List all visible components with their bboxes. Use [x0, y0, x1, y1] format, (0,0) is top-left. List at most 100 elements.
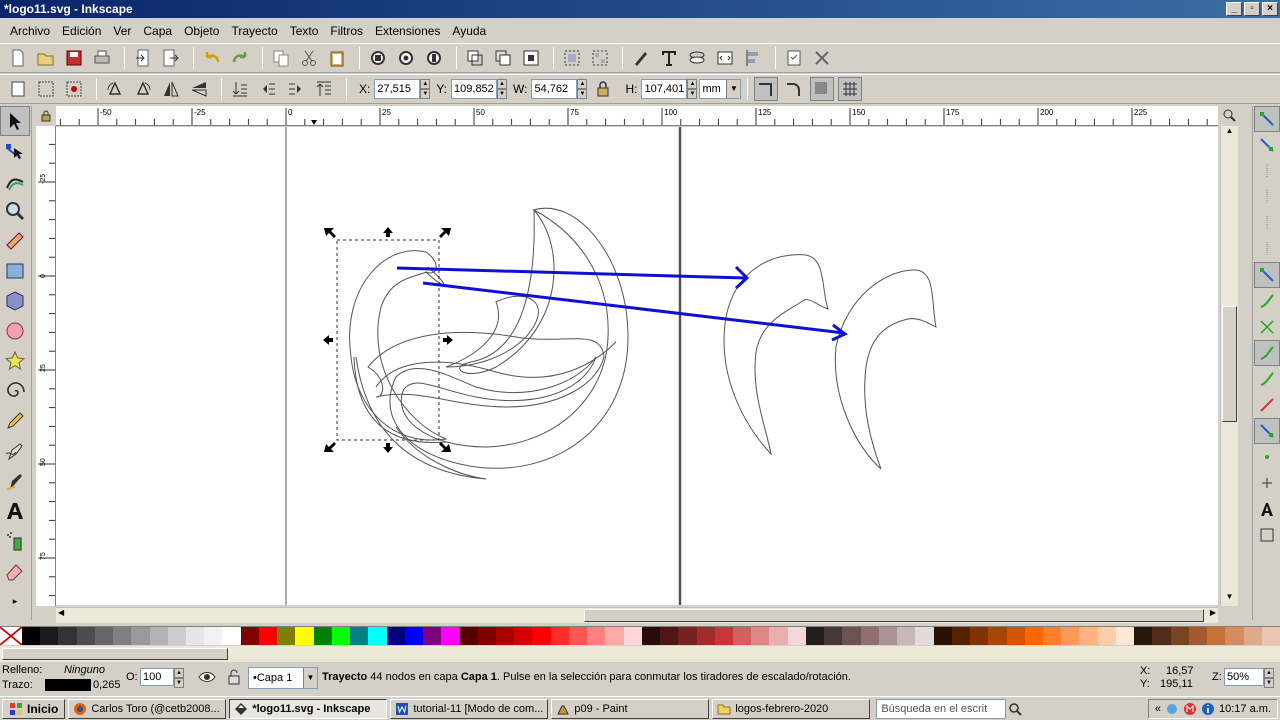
spiral-tool[interactable]: [0, 376, 30, 406]
menu-texto[interactable]: Texto: [284, 24, 325, 38]
taskbar-item-word[interactable]: tutorial-11 [Modo de com...: [390, 698, 549, 719]
horizontal-scroll-thumb[interactable]: [584, 609, 1204, 622]
deselect-button[interactable]: [62, 77, 86, 101]
color-swatch[interactable]: [1152, 627, 1171, 645]
redo-button[interactable]: [228, 46, 252, 70]
text-tool[interactable]: [0, 496, 30, 526]
palette-scrollbar[interactable]: [0, 646, 1280, 662]
vertical-scrollbar[interactable]: ▲ ▼: [1220, 126, 1238, 606]
no-paint-swatch[interactable]: [0, 626, 23, 646]
save-button[interactable]: [62, 46, 86, 70]
scroll-up-arrow[interactable]: ▲: [1221, 126, 1238, 140]
snap-nodes-button[interactable]: [1254, 262, 1280, 288]
color-swatch[interactable]: [1024, 627, 1043, 645]
zoom-selection-button[interactable]: [366, 46, 390, 70]
color-swatch[interactable]: [185, 627, 205, 645]
scale-handle-left[interactable]: [323, 335, 333, 345]
color-swatch[interactable]: [878, 627, 898, 645]
menu-ver[interactable]: Ver: [107, 24, 137, 38]
color-swatch[interactable]: [1043, 627, 1062, 645]
color-swatch[interactable]: [550, 627, 569, 645]
new-document-button[interactable]: [6, 46, 30, 70]
color-swatch[interactable]: [40, 627, 59, 645]
color-swatch[interactable]: [1243, 627, 1262, 645]
color-swatch[interactable]: [751, 627, 770, 645]
color-swatch[interactable]: [970, 627, 989, 645]
search-icon[interactable]: [1008, 702, 1023, 716]
xml-editor-button[interactable]: [713, 46, 737, 70]
rotate-cw-button[interactable]: [131, 77, 155, 101]
vertical-scroll-thumb[interactable]: [1222, 306, 1237, 422]
color-swatch[interactable]: [313, 627, 332, 645]
lock-guides-icon[interactable]: [40, 110, 52, 122]
snap-intersections-button[interactable]: [1254, 314, 1280, 340]
network-icon[interactable]: [1165, 702, 1179, 716]
logo-swoosh-shapes[interactable]: [349, 207, 629, 480]
color-swatch[interactable]: [1207, 627, 1226, 645]
color-swatch[interactable]: [94, 627, 114, 645]
clone-button[interactable]: [491, 46, 515, 70]
opacity-input[interactable]: [140, 668, 174, 686]
taskbar-item-folder[interactable]: logos-febrero-2020: [712, 698, 871, 719]
snap-paths-button[interactable]: [1254, 288, 1280, 314]
color-swatch[interactable]: [113, 627, 132, 645]
color-swatch[interactable]: [240, 627, 259, 645]
scroll-left-arrow[interactable]: ◀: [58, 608, 64, 617]
close-button[interactable]: ×: [1262, 2, 1278, 16]
color-swatch[interactable]: [167, 627, 186, 645]
raise-button[interactable]: [284, 77, 308, 101]
color-swatch[interactable]: [331, 627, 351, 645]
transform-gradients-button[interactable]: [810, 77, 835, 101]
taskbar-item-browser[interactable]: Carlos Toro (@cetb2008...: [68, 698, 227, 719]
taskbar-item-paint[interactable]: p09 - Paint: [551, 698, 710, 719]
color-swatch[interactable]: [1061, 627, 1080, 645]
stroke-width[interactable]: 0,265: [93, 679, 121, 691]
3d-box-tool[interactable]: [0, 286, 30, 316]
opacity-spinner[interactable]: ▲ ▼: [174, 668, 184, 688]
snap-bbox-corners-button[interactable]: [1254, 184, 1280, 210]
color-swatch[interactable]: [1225, 627, 1244, 645]
color-swatch[interactable]: [514, 627, 533, 645]
align-distribute-button[interactable]: [741, 46, 765, 70]
color-swatch[interactable]: [1134, 627, 1153, 645]
color-swatch[interactable]: [1261, 627, 1280, 645]
scale-handle-bottom-left[interactable]: [324, 442, 336, 452]
color-swatch[interactable]: [733, 627, 752, 645]
flip-vertical-button[interactable]: [187, 77, 211, 101]
h-input[interactable]: [641, 79, 688, 99]
raise-to-top-button[interactable]: [312, 77, 336, 101]
color-swatch[interactable]: [842, 627, 861, 645]
zoom-page-button[interactable]: [422, 46, 446, 70]
color-swatch[interactable]: [258, 627, 278, 645]
zoom-correction-icon[interactable]: [1222, 108, 1236, 124]
color-swatch[interactable]: [805, 627, 825, 645]
duplicate-button[interactable]: [463, 46, 487, 70]
zoom-drawing-button[interactable]: [394, 46, 418, 70]
menu-filtros[interactable]: Filtros: [324, 24, 369, 38]
rotate-ccw-button[interactable]: [103, 77, 127, 101]
snap-rotation-centers-button[interactable]: [1254, 470, 1280, 496]
w-spinner[interactable]: ▲ ▼: [577, 79, 588, 99]
pen-tool[interactable]: [0, 436, 30, 466]
color-swatch[interactable]: [678, 627, 697, 645]
zoom-spinner[interactable]: ▲ ▼: [1264, 668, 1274, 688]
spray-tool[interactable]: [0, 526, 30, 556]
calligraphy-tool[interactable]: [0, 466, 30, 496]
scale-handles[interactable]: [323, 227, 453, 453]
color-swatch[interactable]: [714, 627, 734, 645]
lock-proportions-button[interactable]: [591, 77, 615, 101]
info-icon[interactable]: [1201, 702, 1215, 716]
color-swatch[interactable]: [350, 627, 369, 645]
menu-ayuda[interactable]: Ayuda: [446, 24, 492, 38]
scale-handle-bottom-right[interactable]: [439, 442, 451, 452]
w-input[interactable]: [531, 79, 578, 99]
menu-extensiones[interactable]: Extensiones: [369, 24, 446, 38]
color-swatch[interactable]: [988, 627, 1007, 645]
color-swatch[interactable]: [423, 627, 442, 645]
select-all-layers-button[interactable]: [34, 77, 58, 101]
color-swatch[interactable]: [641, 627, 661, 645]
color-swatch[interactable]: [58, 627, 77, 645]
snap-bbox-midpoints-button[interactable]: [1254, 210, 1280, 236]
desktop-search-field[interactable]: Búsqueda en el escrit: [876, 698, 1007, 719]
eraser-tool[interactable]: [0, 556, 30, 586]
